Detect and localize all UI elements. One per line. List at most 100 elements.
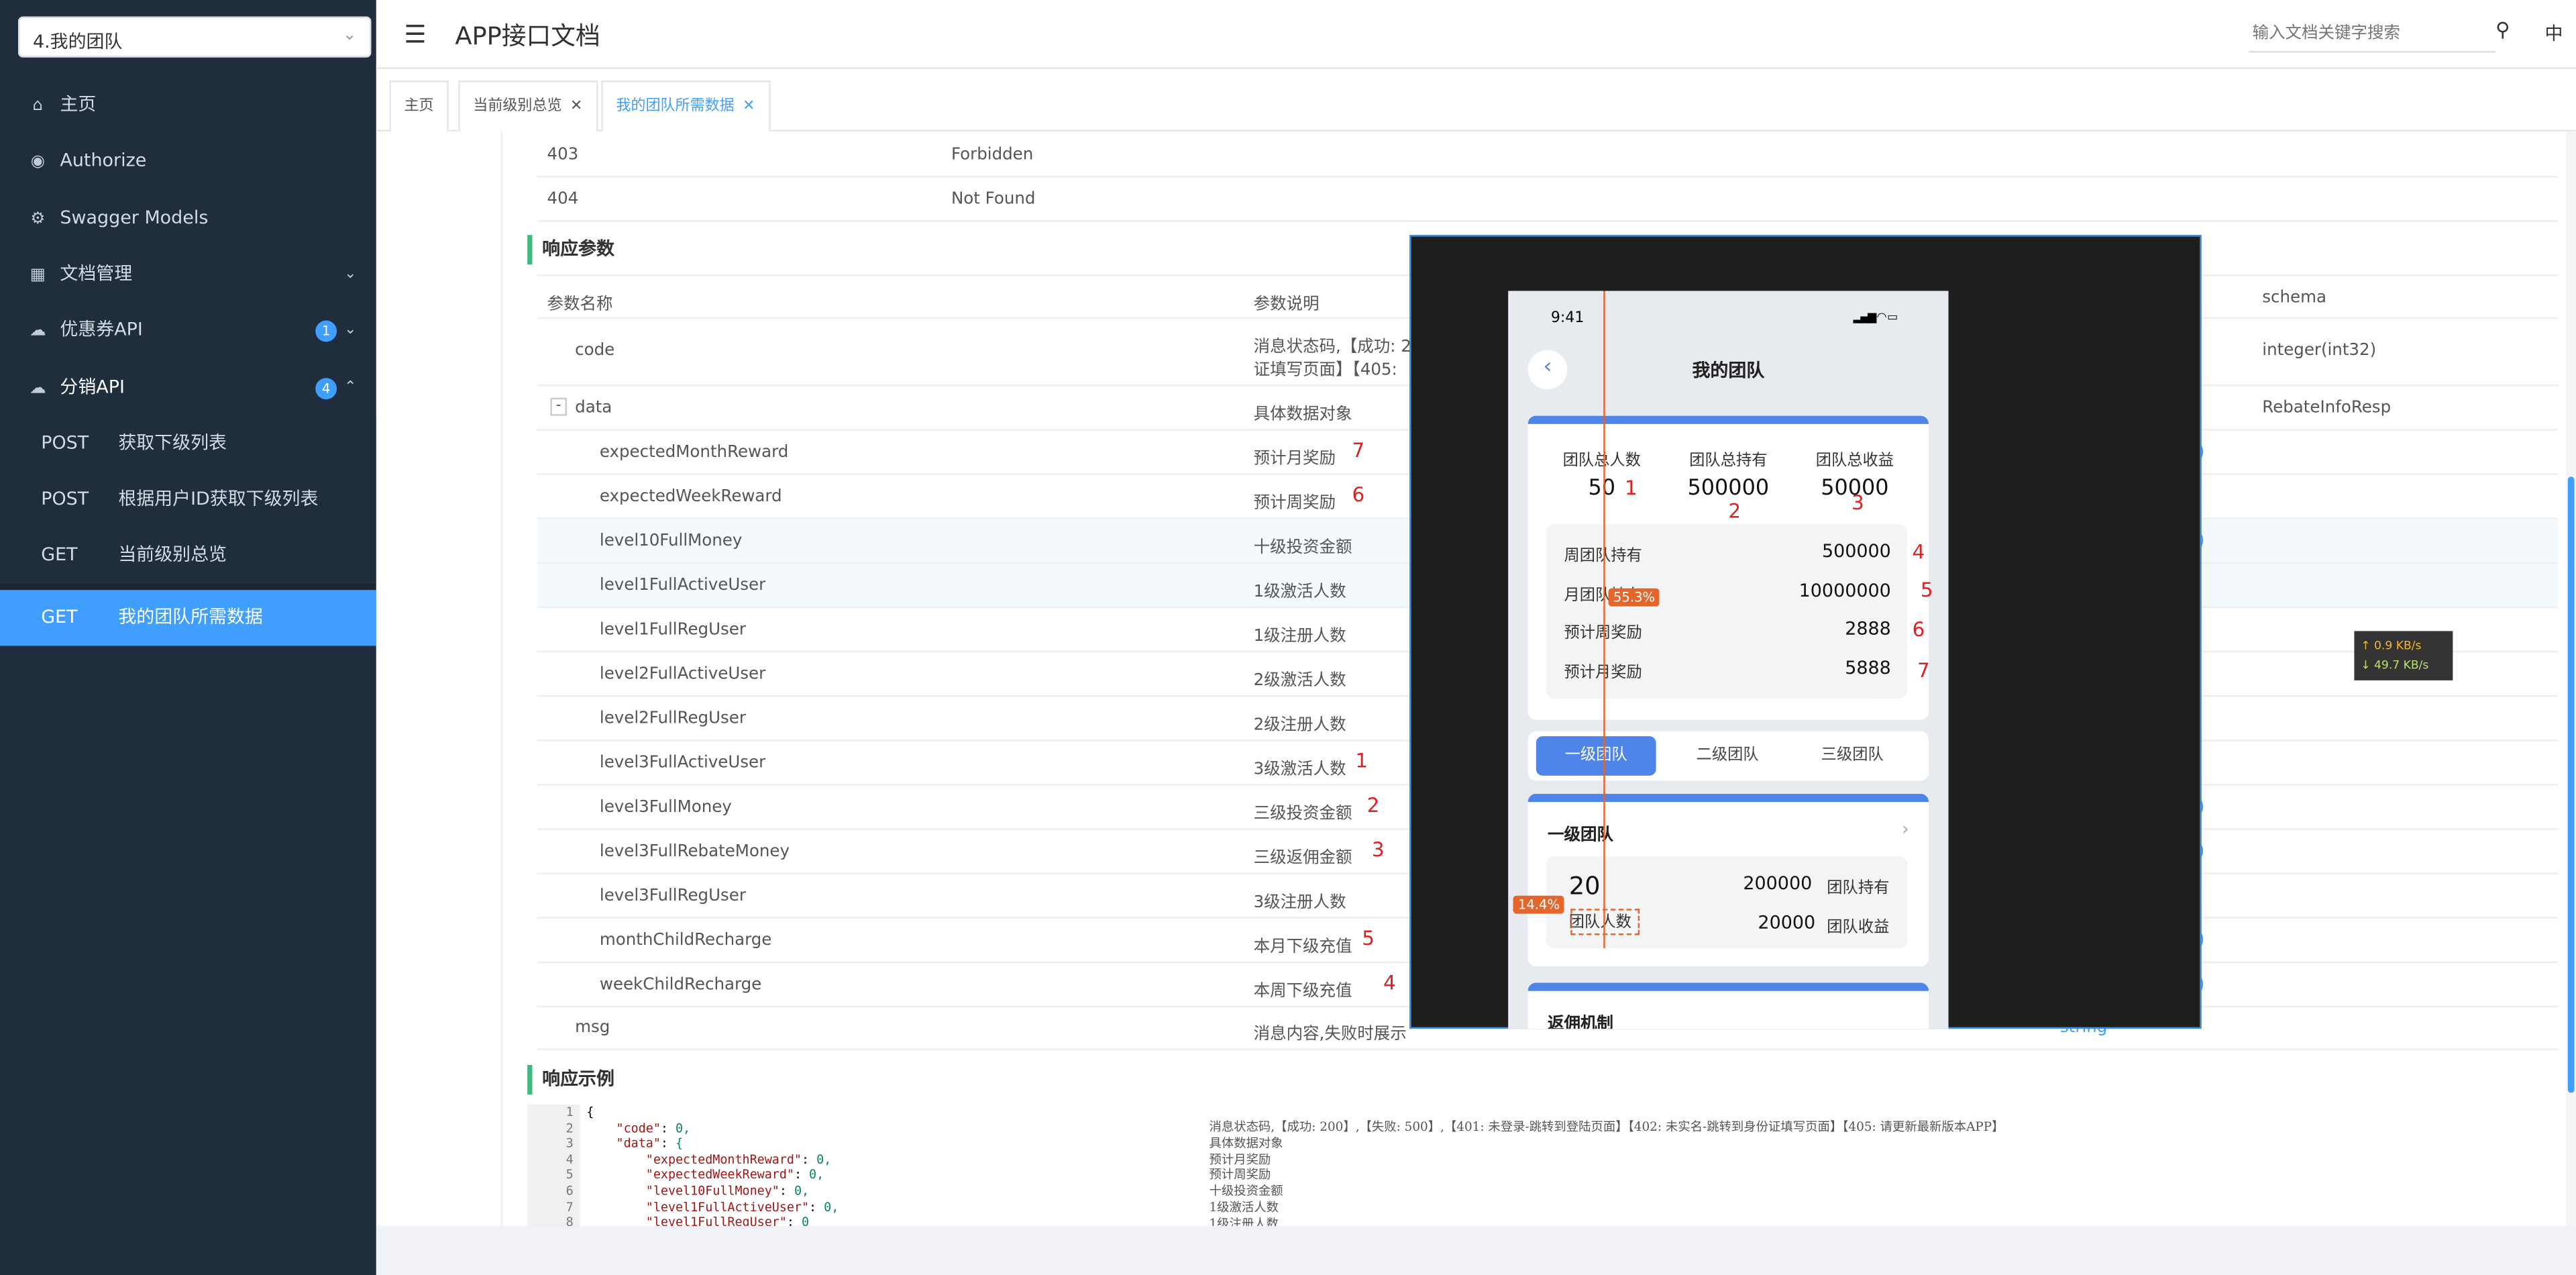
code-value: { xyxy=(675,1135,684,1151)
param-name: code xyxy=(575,342,615,360)
code-key: "expectedMonthReward" xyxy=(645,1152,802,1167)
param-name: level1FullActiveUser xyxy=(599,576,766,595)
code-colon: : xyxy=(779,1183,794,1198)
param-desc: 3级激活人数 xyxy=(1253,760,1346,779)
tab-level-1[interactable]: 一级团队 xyxy=(1536,736,1656,776)
divider xyxy=(500,131,503,1226)
close-icon[interactable]: ✕ xyxy=(743,99,755,115)
tab-home[interactable]: 主页 xyxy=(389,81,449,132)
annotation-mark: 5 xyxy=(1362,927,1375,950)
tab-label: 当前级别总览 xyxy=(473,98,562,115)
code-line: "expectedMonthReward": 0, xyxy=(586,1152,839,1167)
http-method: GET xyxy=(41,606,78,628)
code-value: 0, xyxy=(794,1183,810,1198)
page-title: APP接口文档 xyxy=(455,21,600,51)
annotation-mark: 1 xyxy=(1625,476,1638,500)
annotation-mark: 7 xyxy=(1352,438,1365,462)
code-line: "level1FullActiveUser": 0, xyxy=(586,1199,839,1215)
card-accent xyxy=(1527,415,1929,424)
code-colon: : xyxy=(801,1152,817,1167)
annotation-mark: 2 xyxy=(1728,499,1741,523)
level-team-card[interactable]: 一级团队 › 20 团队人数 200000 团队持有 20000 团队收益 xyxy=(1527,793,1929,967)
line-number: 7 xyxy=(566,1198,574,1214)
footer xyxy=(376,1225,2576,1275)
sidebar-item-label: 分销API xyxy=(60,376,125,398)
chevron-up-icon: ⌃ xyxy=(343,379,357,397)
tab-level-3[interactable]: 三级团队 xyxy=(1792,736,1913,776)
annotation-mark: 5 xyxy=(1920,578,1933,602)
annotation-mark: 3 xyxy=(1851,491,1864,515)
param-desc: 三级返佣金额 xyxy=(1253,850,1352,868)
stat-label: 团队总持有 xyxy=(1689,452,1768,470)
param-name: level2FullActiveUser xyxy=(599,665,766,684)
back-icon[interactable]: ‹ xyxy=(1527,350,1568,390)
api-group-select[interactable]: 4.我的团队 ⌄ xyxy=(17,16,372,58)
param-name: expectedWeekReward xyxy=(599,488,782,507)
sidebar-item-label: 主页 xyxy=(60,93,97,115)
sidebar-subitem-level-overview[interactable]: GET 当前级别总览 xyxy=(0,527,376,584)
close-icon[interactable]: ✕ xyxy=(570,99,582,115)
param-name: level1FullRegUser xyxy=(599,621,746,640)
sidebar-item-authorize[interactable]: ◉ Authorize xyxy=(0,133,376,189)
param-name: level2FullRegUser xyxy=(599,709,746,728)
code-comment: 消息状态码,【成功: 200】,【失败: 500】,【401: 未登录-跳转到登… xyxy=(1209,1119,2004,1134)
code-line: { xyxy=(586,1105,839,1120)
line-number: 5 xyxy=(566,1167,574,1182)
sidebar-subitem-my-team-data[interactable]: GET 我的团队所需数据 xyxy=(0,590,376,646)
param-name: data xyxy=(575,399,612,418)
sidebar-item-swagger-models[interactable]: ⚙ Swagger Models xyxy=(0,191,376,246)
line-number: 2 xyxy=(566,1120,574,1135)
sidebar-item-coupon-api[interactable]: ☁ 优惠券API 1 ⌄ xyxy=(0,303,376,358)
phone-status-bar: 9:41 ▂▄▆ ◠ ▭ xyxy=(1508,291,1948,340)
tab-level-2[interactable]: 二级团队 xyxy=(1668,736,1788,776)
chevron-down-icon: ⌄ xyxy=(343,322,357,339)
param-desc: 3级注册人数 xyxy=(1253,894,1346,913)
expand-toggle[interactable]: - xyxy=(550,397,567,416)
sidebar-subitem-get-sub-list[interactable]: POST 获取下级列表 xyxy=(0,415,376,472)
code-line: "code": 0, xyxy=(586,1120,839,1135)
column-header-desc: 参数说明 xyxy=(1253,295,1320,314)
tab-level-overview[interactable]: 当前级别总览 ✕ xyxy=(458,81,598,132)
param-schema: integer(int32) xyxy=(2262,342,2377,360)
sidebar-subitem-label: 当前级别总览 xyxy=(118,544,227,566)
line-number: 4 xyxy=(566,1152,574,1167)
sidebar-subitem-label: 根据用户ID获取下级列表 xyxy=(118,488,319,510)
param-name: msg xyxy=(575,1019,610,1037)
detail-value: 10000000 xyxy=(1799,580,1891,602)
sidebar-item-label: Swagger Models xyxy=(60,207,209,229)
team-earn-label: 团队收益 xyxy=(1827,918,1890,937)
sidebar-subitem-get-sub-list-by-id[interactable]: POST 根据用户ID获取下级列表 xyxy=(0,471,376,528)
sidebar-item-home[interactable]: ⌂ 主页 xyxy=(0,77,376,133)
count-badge: 1 xyxy=(315,320,337,342)
param-desc: 2级激活人数 xyxy=(1253,672,1346,691)
response-params-title: 响应参数 xyxy=(527,235,614,265)
sidebar: 4.我的团队 ⌄ ⌂ 主页 ◉ Authorize ⚙ Swagger Mode… xyxy=(0,0,376,1275)
top-header: ☰ APP接口文档 ⚲ 中 xyxy=(376,0,2576,69)
line-number: 3 xyxy=(566,1135,574,1151)
detail-value: 2888 xyxy=(1845,617,1891,640)
code-value: 0, xyxy=(675,1120,691,1135)
rebate-title: 返佣机制 xyxy=(1547,1015,1613,1029)
sidebar-item-doc-management[interactable]: ▦ 文档管理 ⌄ xyxy=(0,246,376,302)
sidebar-subitem-label: 我的团队所需数据 xyxy=(118,606,263,628)
column-header-schema: schema xyxy=(2262,289,2326,307)
status-desc: Forbidden xyxy=(951,146,1034,164)
menu-toggle-icon[interactable]: ☰ xyxy=(404,19,426,49)
sidebar-item-distribution-api[interactable]: ☁ 分销API 4 ⌃ xyxy=(0,360,376,415)
param-desc: 本周下级充值 xyxy=(1253,982,1352,1001)
status-row: 403 Forbidden xyxy=(537,133,2559,178)
language-switch[interactable]: 中 xyxy=(2545,19,2563,46)
tab-my-team-data[interactable]: 我的团队所需数据 ✕ xyxy=(601,81,770,132)
search-input[interactable] xyxy=(2249,16,2496,53)
sidebar-item-label: 文档管理 xyxy=(60,262,133,285)
card-accent xyxy=(1527,982,1929,991)
annotation-mark: 3 xyxy=(1371,837,1385,862)
code-key: "data" xyxy=(616,1135,661,1151)
code-token: { xyxy=(586,1104,594,1119)
scrollbar-thumb[interactable] xyxy=(2567,476,2575,1093)
code-colon: : xyxy=(660,1135,676,1151)
search-icon[interactable]: ⚲ xyxy=(2496,18,2510,41)
measure-guide-line xyxy=(1603,291,1605,949)
